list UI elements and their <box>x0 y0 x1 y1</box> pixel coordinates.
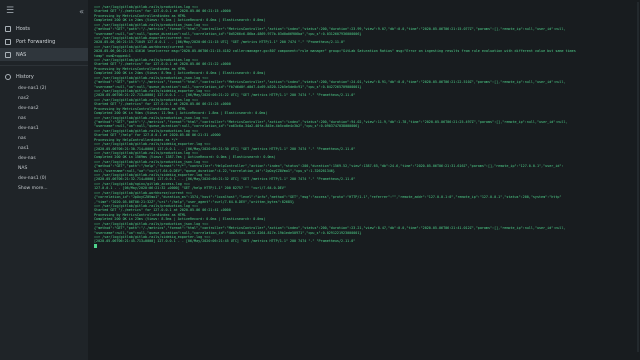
history-item[interactable]: dev-nas1 (0) <box>0 173 88 183</box>
history-item[interactable]: nas1 <box>0 143 88 153</box>
app-window: ☰ « Hosts Port Forwarding NAS History de… <box>0 0 640 360</box>
history-item[interactable]: nas <box>0 113 88 123</box>
cursor <box>94 243 97 248</box>
sidebar-nav: Hosts Port Forwarding NAS <box>0 22 88 61</box>
terminal-line: {"method":"GET","path":"/-/metrics","for… <box>94 226 566 231</box>
sidebar-topbar: ☰ « <box>0 0 88 22</box>
terminal-output[interactable]: ==> /var/log/gitlab/gitlab-rails/product… <box>88 0 640 360</box>
history-item[interactable]: dev-nas1 (2) <box>0 83 88 93</box>
history-label: History <box>16 73 34 80</box>
sidebar-item-label: NAS <box>16 51 27 58</box>
history-item[interactable]: nas <box>0 133 88 143</box>
terminal-line: {"correlation_id":"JpOxyCZ0Vmo1","durati… <box>94 195 562 200</box>
history-header[interactable]: History <box>0 70 88 83</box>
hosts-icon <box>5 25 11 32</box>
port-forwarding-icon <box>5 38 11 45</box>
sidebar-item-nas[interactable]: NAS <box>0 48 88 61</box>
history-item[interactable]: dev-nas <box>0 153 88 163</box>
sidebar-item-hosts[interactable]: Hosts <box>0 22 88 35</box>
terminal-line: {"method":"GET","path":"/-/metrics","for… <box>94 27 566 32</box>
history-item[interactable]: NAS <box>0 163 88 173</box>
sidebar: ☰ « Hosts Port Forwarding NAS History de… <box>0 0 88 360</box>
terminal-line: {"method":"GET","path":"/-/metrics","for… <box>94 80 566 85</box>
terminal-line: 2020-05-06_06:21:15.41616 level=error ms… <box>94 49 576 54</box>
history-item[interactable]: dev-nas1 <box>0 123 88 133</box>
terminal-line: {"method":"GET","path":"/help","format":… <box>94 164 564 169</box>
collapse-sidebar-icon[interactable]: « <box>79 7 84 16</box>
terminal-lines: ==> /var/log/gitlab/gitlab-rails/product… <box>94 5 636 244</box>
sidebar-item-label: Port Forwarding <box>16 38 56 45</box>
menu-icon[interactable]: ☰ <box>6 6 14 16</box>
terminal-scrollbar[interactable] <box>637 2 639 352</box>
sidebar-divider <box>0 65 88 66</box>
sidebar-item-port-forwarding[interactable]: Port Forwarding <box>0 35 88 48</box>
sidebar-item-label: Hosts <box>16 25 30 32</box>
nas-icon <box>5 51 11 58</box>
history-icon <box>5 73 11 80</box>
history-item[interactable]: dev-nas2 <box>0 103 88 113</box>
show-more-link[interactable]: Show more... <box>0 183 88 193</box>
terminal-prompt[interactable] <box>94 243 636 248</box>
history-item[interactable]: nas2 <box>0 93 88 103</box>
